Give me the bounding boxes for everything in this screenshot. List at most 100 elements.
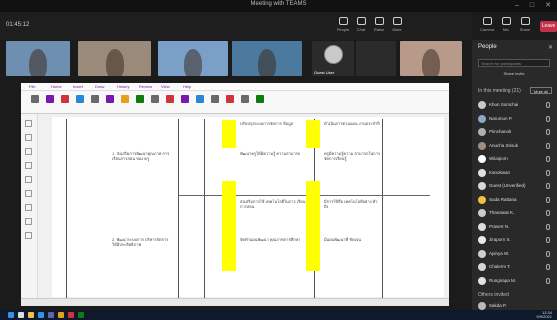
- participant-row[interactable]: Jiraporn S.: [478, 235, 554, 246]
- participant-row[interactable]: Thanawat K.: [478, 208, 554, 219]
- share-button[interactable]: Share: [518, 17, 532, 35]
- ribbon-button[interactable]: [106, 95, 114, 103]
- window-title-bar: Meeting with TEAMS – □ ✕: [0, 0, 557, 12]
- ribbon-button[interactable]: [31, 95, 39, 103]
- ribbon-button[interactable]: [241, 95, 249, 103]
- ribbon-button[interactable]: [181, 95, 189, 103]
- video-tile[interactable]: [6, 41, 70, 76]
- minimize-button[interactable]: –: [512, 1, 522, 10]
- in-meeting-header[interactable]: In this meeting (21): [478, 88, 521, 94]
- cell-right: ครูมีความรู้ความ สามารถในการ จัดการเรียน…: [324, 151, 380, 161]
- ribbon-button[interactable]: [211, 95, 219, 103]
- chat-icon: [356, 17, 366, 25]
- participant-row[interactable]: Chalerm T.: [478, 262, 554, 273]
- video-tile[interactable]: [158, 41, 228, 76]
- video-tile[interactable]: [356, 41, 396, 76]
- ribbon-toolbar: [21, 91, 449, 114]
- ribbon-button[interactable]: [76, 95, 84, 103]
- taskbar-app-icon[interactable]: [58, 312, 64, 318]
- video-tile[interactable]: [78, 41, 151, 76]
- participant-name: Chalerm T.: [489, 264, 511, 269]
- avatar: [478, 302, 486, 310]
- leave-button[interactable]: Leave: [540, 21, 557, 32]
- ribbon-tab[interactable]: Review: [139, 84, 152, 89]
- video-tile[interactable]: [232, 41, 302, 76]
- participant-name: Thanawat K.: [489, 210, 515, 215]
- mute-all-button[interactable]: Mute all: [530, 87, 552, 94]
- taskbar-app-icon[interactable]: [28, 312, 34, 318]
- ribbon-button[interactable]: [256, 95, 264, 103]
- ribbon-button[interactable]: [226, 95, 234, 103]
- table-border: [178, 195, 430, 196]
- sidebar-icon[interactable]: [25, 148, 32, 155]
- participant-row[interactable]: Apinya W.: [478, 249, 554, 260]
- taskbar-app-icon[interactable]: [18, 312, 24, 318]
- taskbar-app-icon[interactable]: [78, 312, 84, 318]
- ribbon-tab[interactable]: File: [29, 84, 35, 89]
- participant-row[interactable]: Narumon P.: [478, 114, 554, 125]
- sidebar-icon[interactable]: [25, 176, 32, 183]
- mic-button[interactable]: Mic: [499, 17, 513, 35]
- taskbar-clock[interactable]: 12:34 9/9/2021: [518, 311, 552, 319]
- sidebar-icon[interactable]: [25, 120, 32, 127]
- ribbon-button[interactable]: [91, 95, 99, 103]
- ribbon-tab[interactable]: Help: [183, 84, 191, 89]
- ribbon-button[interactable]: [196, 95, 204, 103]
- participant-name: Narumon P.: [489, 115, 513, 121]
- cell-middle: ปรับปรุงระบบการจัดการ ข้อมูล: [240, 121, 294, 126]
- maximize-button[interactable]: □: [527, 1, 537, 10]
- ribbon-button[interactable]: [151, 95, 159, 103]
- chat-button[interactable]: Chat: [354, 17, 368, 35]
- participant-search-input[interactable]: Search for participants: [478, 59, 550, 67]
- hand-button[interactable]: Raise: [372, 17, 386, 35]
- mic-icon: [546, 277, 550, 284]
- participant-row[interactable]: Khun Somchai: [478, 100, 554, 111]
- participant-row[interactable]: Kanokwan: [478, 168, 554, 179]
- participant-row[interactable]: Anucha Srisuk: [478, 141, 554, 152]
- mic-icon: [546, 156, 550, 162]
- mic-icon: [546, 237, 550, 243]
- participant-row[interactable]: Pimchanok: [478, 127, 554, 138]
- mic-icon: [546, 129, 550, 135]
- highlight-mark: [222, 245, 236, 271]
- sidebar-icon[interactable]: [25, 232, 32, 239]
- more-button[interactable]: More: [390, 17, 404, 35]
- ribbon-tab[interactable]: Insert: [73, 84, 83, 89]
- toolbar-label: People: [336, 27, 350, 32]
- sidebar-icon[interactable]: [25, 204, 32, 211]
- mic-icon: [546, 264, 550, 270]
- table-border: [66, 119, 67, 299]
- taskbar-app-icon[interactable]: [38, 312, 44, 318]
- sidebar-icon[interactable]: [25, 162, 32, 169]
- sidebar-icon[interactable]: [25, 218, 32, 225]
- sidebar-icon[interactable]: [25, 134, 32, 141]
- others-invited-header[interactable]: Others invited: [478, 292, 509, 298]
- video-tile[interactable]: Guest User: [312, 41, 354, 76]
- ribbon-tab[interactable]: History: [117, 84, 129, 89]
- participant-row[interactable]: Prasert N.: [478, 222, 554, 233]
- participant-row[interactable]: Suda Rattana: [478, 195, 554, 206]
- close-window-button[interactable]: ✕: [543, 1, 553, 10]
- taskbar-app-icon[interactable]: [68, 312, 74, 318]
- ribbon-button[interactable]: [46, 95, 54, 103]
- ribbon-button[interactable]: [121, 95, 129, 103]
- cell-middle: จัดทำแผนพัฒนา คุณภาพการศึกษา: [240, 237, 301, 242]
- share-invite-button[interactable]: Share invite: [478, 71, 550, 78]
- ribbon-tab[interactable]: Home: [51, 84, 62, 89]
- video-tile[interactable]: [400, 41, 462, 76]
- close-panel-icon[interactable]: ✕: [548, 44, 553, 51]
- participant-row[interactable]: Wilaiporn: [478, 154, 554, 165]
- ribbon-tab[interactable]: Draw: [95, 84, 104, 89]
- ribbon-button[interactable]: [136, 95, 144, 103]
- sidebar-icon[interactable]: [25, 190, 32, 197]
- taskbar-app-icon[interactable]: [48, 312, 54, 318]
- participant-row[interactable]: Rungnapa M.: [478, 276, 554, 287]
- ribbon-tab[interactable]: View: [161, 84, 170, 89]
- people-button[interactable]: People: [336, 17, 350, 35]
- ribbon-button[interactable]: [61, 95, 69, 103]
- ribbon-button[interactable]: [166, 95, 174, 103]
- participant-row[interactable]: Guest (Unverified): [478, 181, 554, 192]
- taskbar-app-icon[interactable]: [8, 312, 14, 318]
- cell-left: 2. พัฒนาระบบการ บริหารจัดการ ให้มีประสิท…: [112, 237, 169, 247]
- camera-button[interactable]: Camera: [480, 17, 494, 35]
